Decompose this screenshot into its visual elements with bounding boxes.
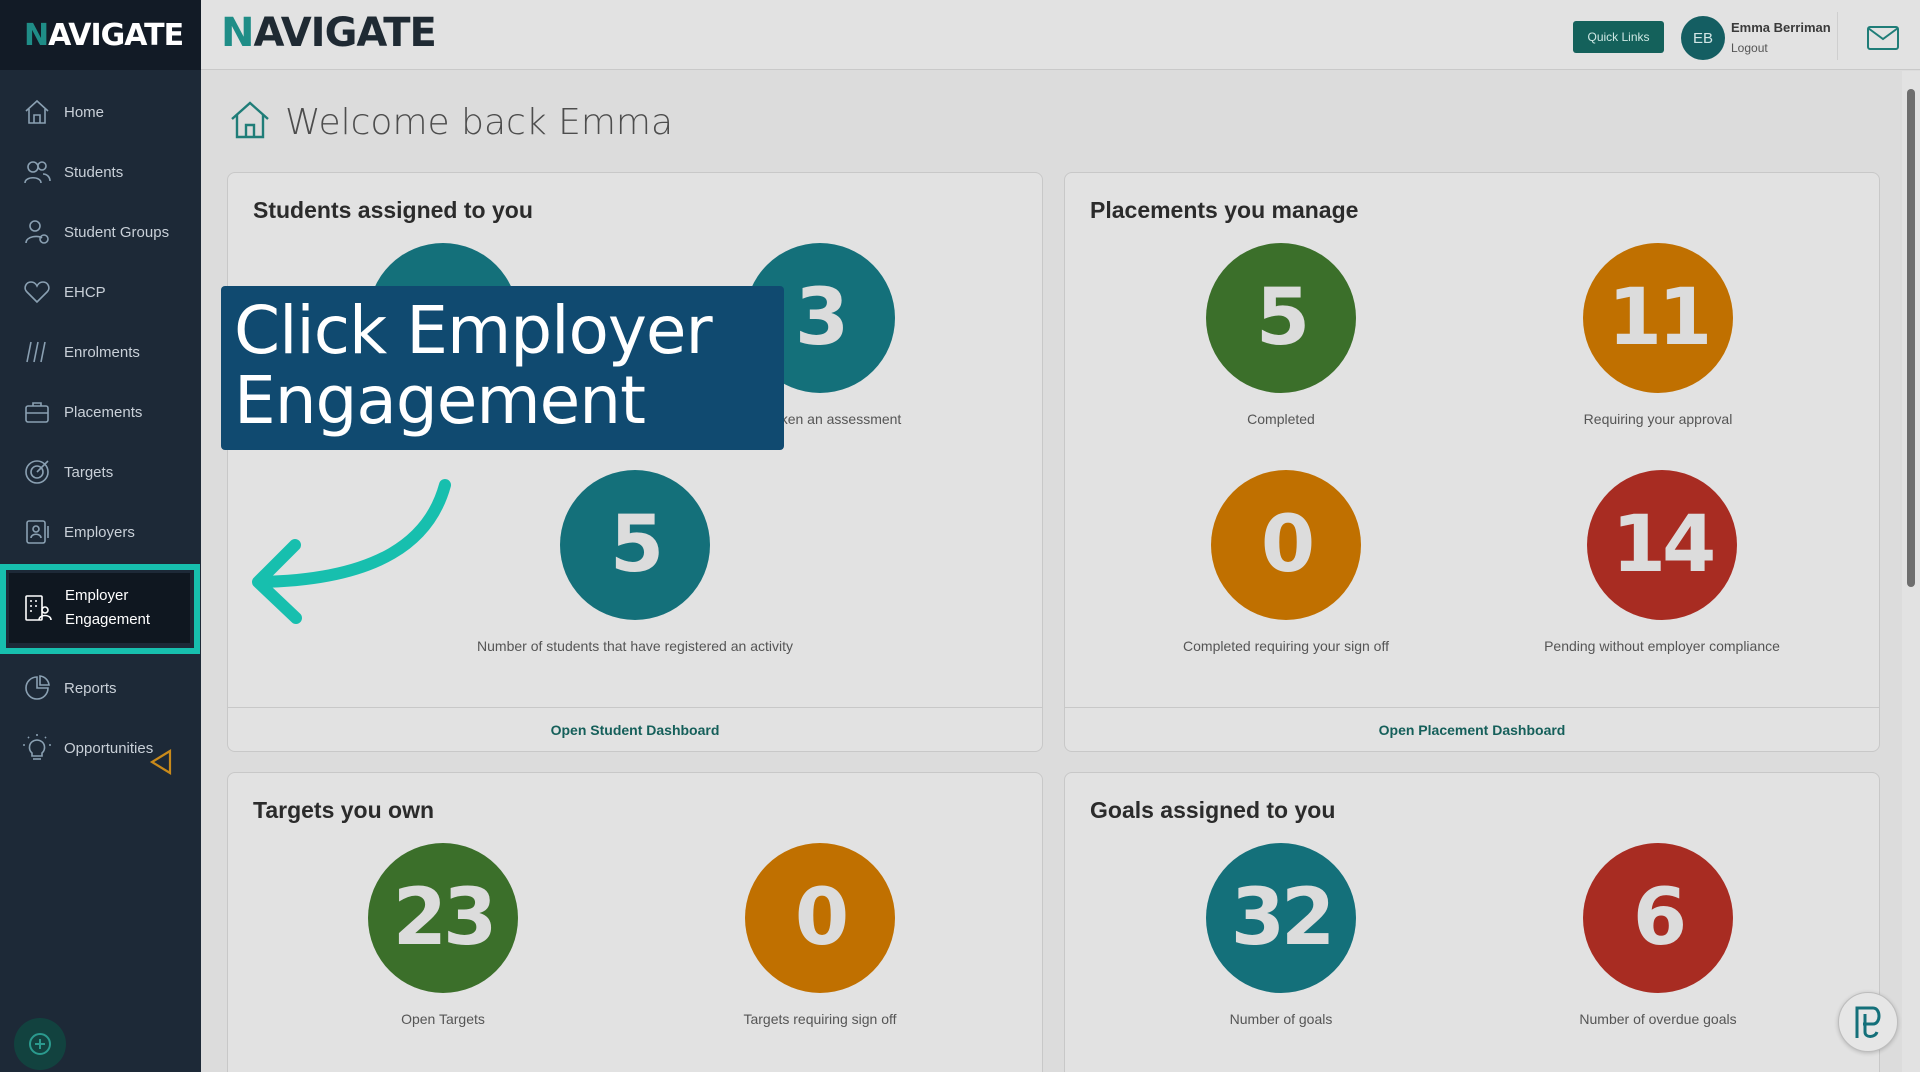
sidebar-item-label: EHCP [64,283,106,301]
pie-chart-icon [22,673,52,703]
heart-icon [22,277,52,307]
lightbulb-icon [22,733,52,763]
top-header: N AVIGATE Quick Links EB Emma Berriman Lo… [201,0,1920,70]
stat-label: Completed [1247,411,1315,427]
stat-label: Requiring your approval [1583,411,1733,427]
label-line2: Engagement [65,611,151,628]
open-student-dashboard-link[interactable]: Open Student Dashboard [228,707,1042,751]
stat-targets-signoff[interactable]: 0 Targets requiring sign off [670,843,970,1027]
building-person-icon [23,593,53,623]
sidebar-item-label: Students [64,163,124,181]
stat-circle: 32 [1206,843,1356,993]
page-scrollbar[interactable] [1902,71,1920,1072]
students-card: Students assigned to you 3 ents taken an… [227,172,1043,752]
stat-circle: 23 [368,843,518,993]
navigate-logo: N AVIGATE [24,17,184,53]
users-icon [22,157,52,187]
stat-placements-compliance[interactable]: 14 Pending without employer compliance [1512,470,1812,654]
card-title: Goals assigned to you [1090,797,1336,823]
callout-line2: Engagement [234,362,646,439]
user-group-icon [22,217,52,247]
stat-label: Number of goals [1229,1011,1333,1027]
sidebar: N AVIGATE Home Students Student Groups E… [0,0,201,1072]
briefcase-icon [22,397,52,427]
logout-link[interactable]: Logout [1731,41,1768,55]
card-title: Targets you own [253,797,435,823]
stat-circle: 0 [745,843,895,993]
goals-card: Goals assigned to you 32 Number of goals… [1064,772,1880,1072]
home-icon [229,99,271,146]
add-button[interactable] [14,1018,66,1070]
scroll-thumb[interactable] [1907,89,1915,587]
sidebar-item-label: Student Groups [64,223,170,241]
sidebar-item-home[interactable]: Home [0,82,201,142]
mail-icon[interactable] [1867,26,1899,55]
stat-placements-completed[interactable]: 5 Completed [1131,243,1431,427]
avatar[interactable]: EB [1681,16,1725,60]
sidebar-item-label: Employers [64,523,135,541]
targets-card: Targets you own 23 Open Targets 0 Target… [227,772,1043,1072]
callout-line1: Click Employer [234,292,713,369]
stat-placements-signoff[interactable]: 0 Completed requiring your sign off [1136,470,1436,654]
sidebar-item-reports[interactable]: Reports [0,658,201,718]
sidebar-item-label: Placements [64,403,143,421]
card-title: Students assigned to you [253,197,533,223]
instruction-callout: Click Employer Engagement [221,286,784,450]
collapse-sidebar-icon[interactable] [148,748,174,781]
help-widget-icon[interactable] [1838,992,1898,1052]
sidebar-item-label: Targets [64,463,114,481]
sidebar-item-label: Opportunities [64,739,154,757]
stat-label: Number of overdue goals [1579,1011,1737,1027]
card-title: Placements you manage [1090,197,1359,223]
stat-label: Completed requiring your sign off [1183,638,1389,654]
sidebar-item-enrolments[interactable]: Enrolments [0,322,201,382]
label-line1: Employer [65,587,129,604]
stat-circle: 14 [1587,470,1737,620]
sidebar-item-label: Enrolments [64,343,140,361]
stat-circle: 0 [1211,470,1361,620]
sidebar-item-student-groups[interactable]: Student Groups [0,202,201,262]
target-icon [22,457,52,487]
sidebar-item-students[interactable]: Students [0,142,201,202]
user-name: Emma Berriman [1731,20,1831,35]
stat-label: Open Targets [401,1011,485,1027]
pointer-arrow-icon [240,470,460,635]
stat-circle: 5 [560,470,710,620]
enrolments-icon [22,337,52,367]
sidebar-nav: Home Students Student Groups EHCP Enrolm… [0,70,201,778]
sidebar-logo[interactable]: N AVIGATE [0,0,201,70]
placements-card: Placements you manage 5 Completed 11 Req… [1064,172,1880,752]
page-title: Welcome back Emma [229,99,673,146]
sidebar-item-ehcp[interactable]: EHCP [0,262,201,322]
sidebar-item-targets[interactable]: Targets [0,442,201,502]
stat-circle: 6 [1583,843,1733,993]
stat-label: Pending without employer compliance [1544,638,1780,654]
sidebar-item-employer-engagement[interactable]: Employer Engagement [0,564,201,656]
sidebar-item-employer-engagement-inner[interactable]: Employer Engagement [9,573,190,643]
stat-circle: 11 [1583,243,1733,393]
sidebar-item-label: Home [64,103,105,121]
sidebar-item-employers[interactable]: Employers [0,502,201,562]
stat-label: Number of students that have registered … [477,638,793,654]
stat-open-targets[interactable]: 23 Open Targets [293,843,593,1027]
sidebar-item-label: Employer Engagement [65,584,150,632]
stat-students-activity[interactable]: 5 Number of students that have registere… [477,470,793,654]
stat-circle: 5 [1206,243,1356,393]
stat-label: Targets requiring sign off [743,1011,897,1027]
sidebar-item-label: Reports [64,679,117,697]
quick-links-button[interactable]: Quick Links [1573,21,1664,53]
employer-badge-icon [22,517,52,547]
navigate-logo: N AVIGATE [221,10,437,56]
home-icon [22,97,52,127]
header-divider [1837,12,1838,60]
stat-goals[interactable]: 32 Number of goals [1131,843,1431,1027]
stat-overdue-goals[interactable]: 6 Number of overdue goals [1508,843,1808,1027]
open-placement-dashboard-link[interactable]: Open Placement Dashboard [1065,707,1879,751]
stat-placements-approval[interactable]: 11 Requiring your approval [1508,243,1808,427]
welcome-title: Welcome back Emma [285,102,674,143]
sidebar-item-placements[interactable]: Placements [0,382,201,442]
